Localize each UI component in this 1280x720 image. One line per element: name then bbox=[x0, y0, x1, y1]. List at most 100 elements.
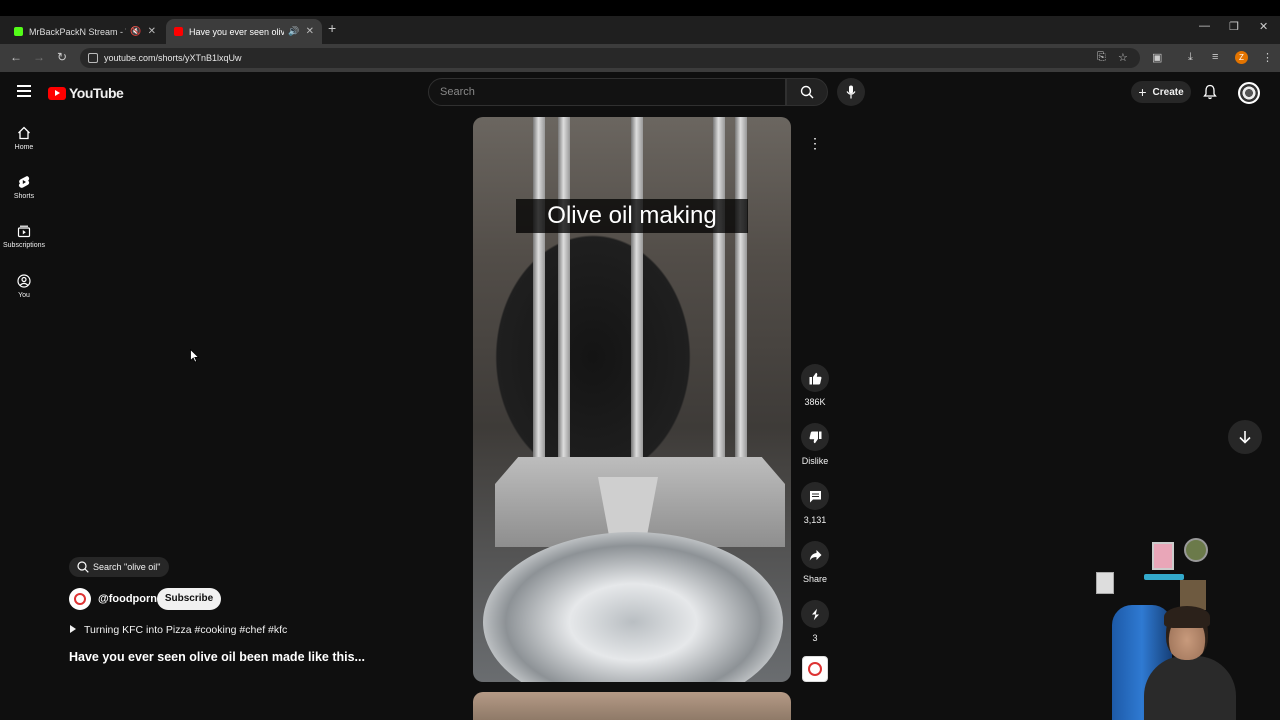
search-input[interactable]: Search bbox=[428, 78, 786, 106]
shorts-icon bbox=[18, 176, 30, 188]
guide-label: You bbox=[18, 292, 30, 299]
guide-item-home[interactable]: Home bbox=[0, 126, 48, 151]
channel-logo-icon bbox=[808, 662, 822, 676]
search-button[interactable] bbox=[786, 78, 828, 106]
create-button[interactable]: + Create bbox=[1131, 81, 1191, 103]
more-options-icon[interactable]: ⋮ bbox=[803, 131, 827, 155]
bookmark-star-icon[interactable]: ☆ bbox=[1118, 51, 1128, 64]
guide-label: Subscriptions bbox=[2, 242, 46, 249]
streamer-hair bbox=[1164, 606, 1210, 628]
press-rod bbox=[558, 117, 570, 457]
notifications-bell-icon[interactable] bbox=[1202, 84, 1218, 100]
thumbs-up-icon bbox=[809, 372, 821, 384]
press-rod bbox=[735, 117, 747, 457]
url-field[interactable]: youtube.com/shorts/yXTnB1lxqUw bbox=[80, 48, 1140, 68]
like-button[interactable]: 386K bbox=[797, 364, 833, 407]
back-arrow-icon[interactable]: ← bbox=[10, 50, 22, 64]
wall-picture bbox=[1152, 542, 1174, 570]
wall-picture bbox=[1184, 538, 1208, 562]
youtube-header: YouTube Search + Create bbox=[0, 72, 1280, 114]
close-window-icon[interactable]: ✕ bbox=[1259, 20, 1268, 33]
account-avatar[interactable] bbox=[1238, 82, 1260, 104]
remix-icon bbox=[811, 608, 819, 620]
close-tab-icon[interactable]: ✕ bbox=[306, 26, 314, 37]
browser-profile-avatar[interactable]: Z bbox=[1235, 51, 1248, 64]
subscribe-button[interactable]: Subscribe bbox=[157, 588, 221, 610]
press-rod bbox=[533, 117, 545, 457]
comment-icon bbox=[809, 490, 821, 502]
music-title: Turning KFC into Pizza #cooking #chef #k… bbox=[84, 624, 288, 636]
create-label: Create bbox=[1152, 86, 1184, 98]
webcam-overlay bbox=[1094, 538, 1280, 720]
guide-item-subscriptions[interactable]: Subscriptions bbox=[0, 224, 48, 249]
new-tab-button[interactable]: + bbox=[328, 20, 336, 36]
comments-button[interactable]: 3,131 bbox=[797, 482, 833, 525]
channel-logo-icon bbox=[74, 593, 86, 605]
plus-icon: + bbox=[1138, 84, 1147, 100]
wall-sign bbox=[1144, 574, 1184, 580]
remix-button[interactable]: 3 bbox=[797, 600, 833, 643]
remix-count: 3 bbox=[812, 633, 818, 643]
music-link[interactable]: Turning KFC into Pizza #cooking #chef #k… bbox=[70, 624, 287, 636]
share-arrow-icon bbox=[809, 549, 821, 560]
logo-text: YouTube bbox=[69, 85, 124, 101]
install-app-icon[interactable]: ⎘ bbox=[1097, 51, 1106, 64]
address-bar-row: ← → ↻ youtube.com/shorts/yXTnB1lxqUw ⎘ ☆… bbox=[0, 44, 1280, 72]
close-tab-icon[interactable]: ✕ bbox=[148, 26, 156, 37]
dislike-label: Dislike bbox=[801, 456, 829, 466]
search-icon bbox=[800, 85, 814, 99]
kick-favicon-icon bbox=[14, 27, 23, 36]
dislike-button[interactable]: Dislike bbox=[797, 423, 833, 466]
next-video-button[interactable] bbox=[1228, 420, 1262, 454]
restore-icon[interactable]: ❐ bbox=[1229, 20, 1239, 33]
youtube-logo[interactable]: YouTube bbox=[48, 85, 124, 101]
guide-label: Home bbox=[14, 144, 34, 151]
url-text: youtube.com/shorts/yXTnB1lxqUw bbox=[104, 53, 242, 63]
browser-menu-icon[interactable]: ⋮ bbox=[1262, 51, 1273, 64]
share-label: Share bbox=[802, 574, 828, 584]
channel-name[interactable]: @foodporn bbox=[98, 593, 157, 605]
media-controls-icon[interactable]: ≡ bbox=[1212, 51, 1218, 63]
guide-item-shorts[interactable]: Shorts bbox=[0, 175, 48, 200]
youtube-play-logo-icon bbox=[48, 86, 66, 100]
speaker-icon[interactable]: 🔊 bbox=[288, 26, 299, 37]
home-icon bbox=[18, 126, 30, 140]
search-icon bbox=[77, 561, 89, 573]
tab-youtube-short[interactable]: Have you ever seen olive oi 🔊 ✕ bbox=[166, 19, 322, 44]
like-count: 386K bbox=[804, 397, 826, 407]
site-info-icon[interactable] bbox=[88, 53, 98, 63]
you-icon bbox=[17, 274, 31, 288]
guide-item-you[interactable]: You bbox=[0, 274, 48, 299]
youtube-favicon-icon bbox=[174, 27, 183, 36]
downloads-icon[interactable]: ⤓ bbox=[1188, 51, 1193, 64]
thumbs-down-icon bbox=[809, 431, 821, 443]
related-search-chip[interactable]: Search "olive oil" bbox=[69, 557, 170, 577]
tab-title: Have you ever seen olive oi bbox=[189, 26, 285, 37]
search-chip-label: Search "olive oil" bbox=[93, 562, 161, 572]
minimize-icon[interactable]: — bbox=[1199, 20, 1210, 32]
streamer-body bbox=[1144, 656, 1236, 720]
side-panel-icon[interactable]: ▣ bbox=[1152, 51, 1162, 64]
next-short-preview[interactable] bbox=[473, 692, 791, 720]
share-button[interactable]: Share bbox=[797, 541, 833, 584]
channel-thumbnail[interactable] bbox=[802, 656, 828, 682]
channel-avatar[interactable] bbox=[69, 588, 91, 610]
os-top-strip bbox=[0, 0, 1280, 16]
short-video-player[interactable]: Olive oil making bbox=[473, 117, 791, 682]
hamburger-menu-icon[interactable] bbox=[17, 85, 31, 97]
guide-label: Shorts bbox=[13, 193, 35, 200]
tab-stream[interactable]: MrBackPackN Stream - Wat 🔇 ✕ bbox=[6, 19, 164, 44]
play-triangle-icon bbox=[70, 625, 76, 633]
video-caption: Olive oil making bbox=[516, 199, 748, 233]
video-title[interactable]: Have you ever seen olive oil been made l… bbox=[69, 650, 365, 664]
wall-picture bbox=[1096, 572, 1114, 594]
press-rod bbox=[713, 117, 725, 457]
voice-search-button[interactable] bbox=[837, 78, 865, 106]
microphone-icon bbox=[846, 85, 856, 99]
press-rod bbox=[631, 117, 643, 457]
reload-icon[interactable]: ↻ bbox=[57, 50, 67, 64]
tab-strip: MrBackPackN Stream - Wat 🔇 ✕ Have you ev… bbox=[0, 16, 1280, 44]
subscriptions-icon bbox=[17, 225, 31, 238]
forward-arrow-icon[interactable]: → bbox=[33, 50, 45, 64]
muted-speaker-icon[interactable]: 🔇 bbox=[130, 26, 141, 37]
